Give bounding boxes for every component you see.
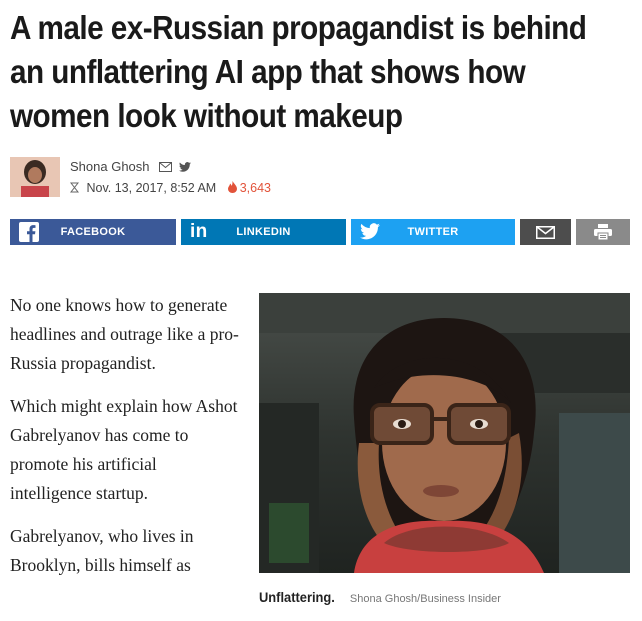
photo-caption: Unflattering. Shona Ghosh/Business Insid… — [259, 589, 501, 607]
article-photo — [259, 293, 630, 573]
caption-title: Unflattering. — [259, 589, 335, 605]
publish-date: Nov. 13, 2017, 8:52 AM — [86, 181, 217, 195]
headline-line: an unflattering AI app that shows how — [10, 53, 526, 90]
facebook-label: FACEBOOK — [60, 226, 126, 238]
body-paragraph: No one knows how to generate headlines a… — [10, 295, 239, 373]
twitter-label: TWITTER — [407, 226, 459, 238]
flame-icon — [227, 181, 237, 193]
share-facebook-button[interactable]: FACEBOOK — [10, 219, 176, 245]
view-count-value: 3,643 — [239, 181, 271, 195]
share-linkedin-button[interactable]: in LINKEDIN — [181, 219, 346, 245]
share-email-button[interactable] — [520, 219, 571, 245]
view-count: 3,643 — [227, 181, 271, 195]
article-body: No one knows how to generate headlines a… — [10, 291, 242, 594]
caption-credit: Shona Ghosh/Business Insider — [349, 593, 501, 605]
author-avatar[interactable] — [10, 157, 60, 197]
twitter-bird-icon[interactable] — [178, 160, 191, 175]
author-name[interactable]: Shona Ghosh — [70, 159, 150, 174]
headline-line: A male ex-Russian propagandist is behind — [10, 9, 587, 46]
body-paragraph: Gabrelyanov, who lives in Brooklyn, bill… — [10, 526, 194, 575]
share-twitter-button[interactable]: TWITTER — [351, 219, 515, 245]
linkedin-label: LINKEDIN — [236, 226, 291, 238]
printer-icon — [594, 224, 612, 243]
envelope-icon — [536, 226, 555, 242]
mail-icon[interactable] — [159, 160, 173, 175]
headline-line: women look without makeup — [10, 97, 403, 134]
body-paragraph: Which might explain how Ashot Gabrelyano… — [10, 396, 238, 503]
article-headline: A male ex-Russian propagandist is behind… — [10, 6, 629, 138]
share-print-button[interactable] — [576, 219, 630, 245]
clock-icon — [69, 182, 80, 196]
